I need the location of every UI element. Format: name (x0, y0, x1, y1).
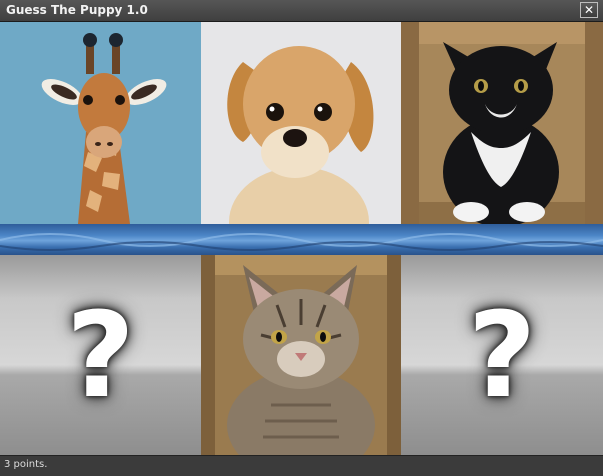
question-mark-icon: ? (66, 286, 135, 424)
close-icon[interactable]: ✕ (580, 2, 598, 18)
tile-puppy[interactable] (201, 22, 401, 224)
title-bar: Guess The Puppy 1.0 ✕ (0, 0, 603, 22)
status-bar: 3 points. (0, 455, 603, 476)
app-window: Guess The Puppy 1.0 ✕ ? ? 3 points. (0, 0, 603, 476)
hidden-card-left[interactable]: ? (0, 255, 201, 455)
score-text: 3 points. (4, 459, 48, 470)
question-mark-icon: ? (467, 286, 537, 424)
card-grid: ? ? (0, 22, 603, 455)
tile-tuxedo-cat[interactable] (401, 22, 603, 224)
hidden-card-right[interactable]: ? (401, 255, 603, 455)
tile-giraffe[interactable] (0, 22, 201, 224)
window-title: Guess The Puppy 1.0 (6, 3, 148, 17)
tile-tabby-cat[interactable] (201, 255, 401, 455)
divider-bar (0, 224, 603, 257)
